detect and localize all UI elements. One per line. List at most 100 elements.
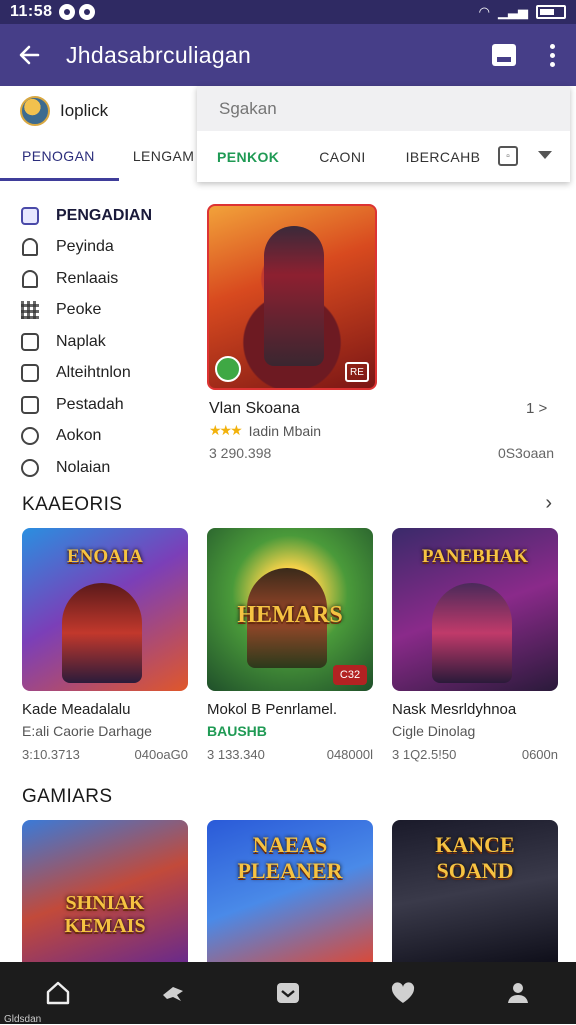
minus-box-icon — [20, 332, 40, 352]
filter-ibercahb[interactable]: IBERCAHB — [406, 149, 481, 165]
game-card-downloads: 3 133.340 — [207, 747, 265, 762]
menu-item-label: Renlaais — [56, 269, 119, 287]
clock-icon — [20, 426, 40, 446]
search-input[interactable] — [197, 86, 570, 131]
status-time: 11:58 — [10, 3, 53, 20]
filter-penkok[interactable]: PENKOK — [217, 149, 279, 165]
menu-item-renlaais[interactable]: Renlaais — [20, 263, 190, 295]
menu-item-label: PENGADIAN — [56, 206, 153, 224]
home-label: Gldsdan — [4, 1014, 42, 1025]
menu-item-label: Peyinda — [56, 238, 114, 256]
wifi-icon: ◠ — [478, 4, 490, 19]
library-icon — [20, 206, 40, 226]
section-title-kaaeoris: KAAEORIS — [22, 494, 123, 515]
game-card[interactable]: ENOAIA Kade Meadalalu E:ali Caorie Darha… — [22, 528, 188, 762]
menu-item-nolaian[interactable]: Nolaian — [20, 452, 190, 484]
tab-penogan[interactable]: PENOGAN — [0, 148, 119, 181]
game-card-banner: SHNIAK KEMAIS — [64, 892, 146, 937]
verified-icon — [215, 356, 241, 382]
menu-item-naplak[interactable]: Naplak — [20, 326, 190, 358]
filter-toggle-icon[interactable]: ▫ — [498, 146, 518, 166]
game-card-image[interactable]: ENOAIA — [22, 528, 188, 691]
back-arrow-icon[interactable] — [12, 38, 46, 72]
notification-icon — [58, 4, 75, 20]
game-card-image[interactable]: NAEAS PLEANER — [207, 820, 373, 962]
save-icon[interactable] — [492, 44, 516, 66]
menu-item-label: Alteihtnlon — [56, 364, 131, 382]
menu-item-peyinda[interactable]: Peyinda — [20, 232, 190, 264]
app-title: Jhdasabrculiagan — [66, 41, 252, 68]
game-card-title: Kade Meadalalu — [22, 701, 131, 718]
game-card[interactable]: PANEBHAK Nask Mesrldyhnoa Cigle Dinolag … — [392, 528, 558, 762]
chevron-right-icon[interactable]: › — [545, 492, 552, 515]
game-card-image[interactable]: KANCE SOAND — [392, 820, 558, 962]
star-icon: ★★★ — [209, 422, 243, 438]
app-bar: Jhdasabrculiagan — [0, 24, 576, 86]
game-card-banner: KANCE SOAND — [435, 832, 515, 883]
notification-icon — [78, 4, 95, 20]
battery-icon — [536, 5, 566, 19]
game-card-size: 048000l — [326, 747, 373, 762]
featured-rating-text: Iadin Mbain — [248, 422, 322, 439]
game-card-subtitle: Cigle Dinolag — [392, 723, 476, 739]
home-icon[interactable] — [28, 968, 88, 1018]
game-card-banner: HEMARS — [237, 602, 343, 628]
featured-next-icon[interactable]: 1 > — [526, 400, 547, 417]
filter-caoni[interactable]: CAONI — [319, 149, 365, 165]
menu-item-pengadian[interactable]: PENGADIAN — [20, 200, 190, 232]
game-card-subtitle: BAUSHB — [207, 723, 267, 739]
search-panel: PENKOK CAONI IBERCAHB ▫ — [197, 86, 570, 182]
chevron-down-icon[interactable] — [538, 151, 552, 159]
clipboard-icon — [20, 395, 40, 415]
game-card-badge: C32 — [333, 665, 367, 685]
menu-item-peoke[interactable]: Peoke — [20, 295, 190, 327]
game-card-title: Mokol B Penrlamel. — [207, 701, 338, 718]
game-card[interactable]: KANCE SOAND — [392, 820, 558, 962]
avatar[interactable] — [20, 96, 50, 126]
game-card-image[interactable]: PANEBHAK — [392, 528, 558, 691]
heart-icon[interactable] — [373, 968, 433, 1018]
featured-title[interactable]: Vlan Skoana — [209, 400, 300, 418]
menu-item-aokon[interactable]: Aokon — [20, 421, 190, 453]
signal-icon: ▁▃▅ — [498, 4, 528, 19]
tab-lengam[interactable]: LENGAM — [119, 148, 205, 181]
game-card-image[interactable]: SHNIAK KEMAIS — [22, 820, 188, 962]
featured-size: 0S3oaan — [497, 445, 554, 461]
grid-icon — [20, 300, 40, 320]
menu-item-label: Pestadah — [56, 395, 124, 413]
profile-name: Ioplick — [60, 101, 109, 120]
menu-item-label: Naplak — [56, 332, 106, 350]
tab-bar: PENOGAN LENGAM — [0, 148, 205, 181]
game-card-subtitle: E:ali Caorie Darhage — [22, 723, 152, 739]
game-card[interactable]: NAEAS PLEANER — [207, 820, 373, 962]
hero-figure — [264, 226, 324, 366]
left-header: Ioplick PENOGAN LENGAM — [0, 86, 196, 186]
game-card-size: 0600n — [521, 747, 558, 762]
person-icon — [20, 237, 40, 257]
inbox-icon[interactable] — [258, 968, 318, 1018]
game-card-title: Nask Mesrldyhnoa — [392, 701, 517, 718]
menu-item-pestadah[interactable]: Pestadah — [20, 389, 190, 421]
menu-item-alteihtnlon[interactable]: Alteihtnlon — [20, 358, 190, 390]
bottom-nav — [0, 962, 576, 1024]
timer-icon — [20, 458, 40, 478]
bell-icon — [20, 269, 40, 289]
game-card-banner: PANEBHAK — [421, 546, 529, 567]
game-card-downloads: 3 1Q2.5!50 — [392, 747, 457, 762]
game-card[interactable]: SHNIAK KEMAIS — [22, 820, 188, 962]
section-title-gamiars: GAMIARS — [22, 786, 113, 807]
status-bar: 11:58 ◠ ▁▃▅ — [0, 0, 576, 24]
side-menu: PENGADIAN Peyinda Renlaais Peoke Naplak … — [20, 200, 190, 484]
game-card-image[interactable]: HEMARS C32 — [207, 528, 373, 691]
featured-game-image[interactable]: RE — [207, 204, 377, 390]
game-card-size: 040oaG0 — [134, 747, 189, 762]
game-card[interactable]: HEMARS C32 Mokol B Penrlamel. BAUSHB 3 1… — [207, 528, 373, 762]
explore-icon[interactable] — [143, 968, 203, 1018]
menu-item-label: Peoke — [56, 301, 102, 319]
profile-icon[interactable] — [488, 968, 548, 1018]
game-card-banner: NAEAS PLEANER — [237, 832, 343, 883]
filter-row: PENKOK CAONI IBERCAHB ▫ — [197, 131, 570, 182]
featured-rating: ★★★ Iadin Mbain — [209, 422, 321, 439]
profile[interactable]: Ioplick — [20, 96, 108, 126]
more-vert-icon[interactable] — [540, 43, 564, 67]
